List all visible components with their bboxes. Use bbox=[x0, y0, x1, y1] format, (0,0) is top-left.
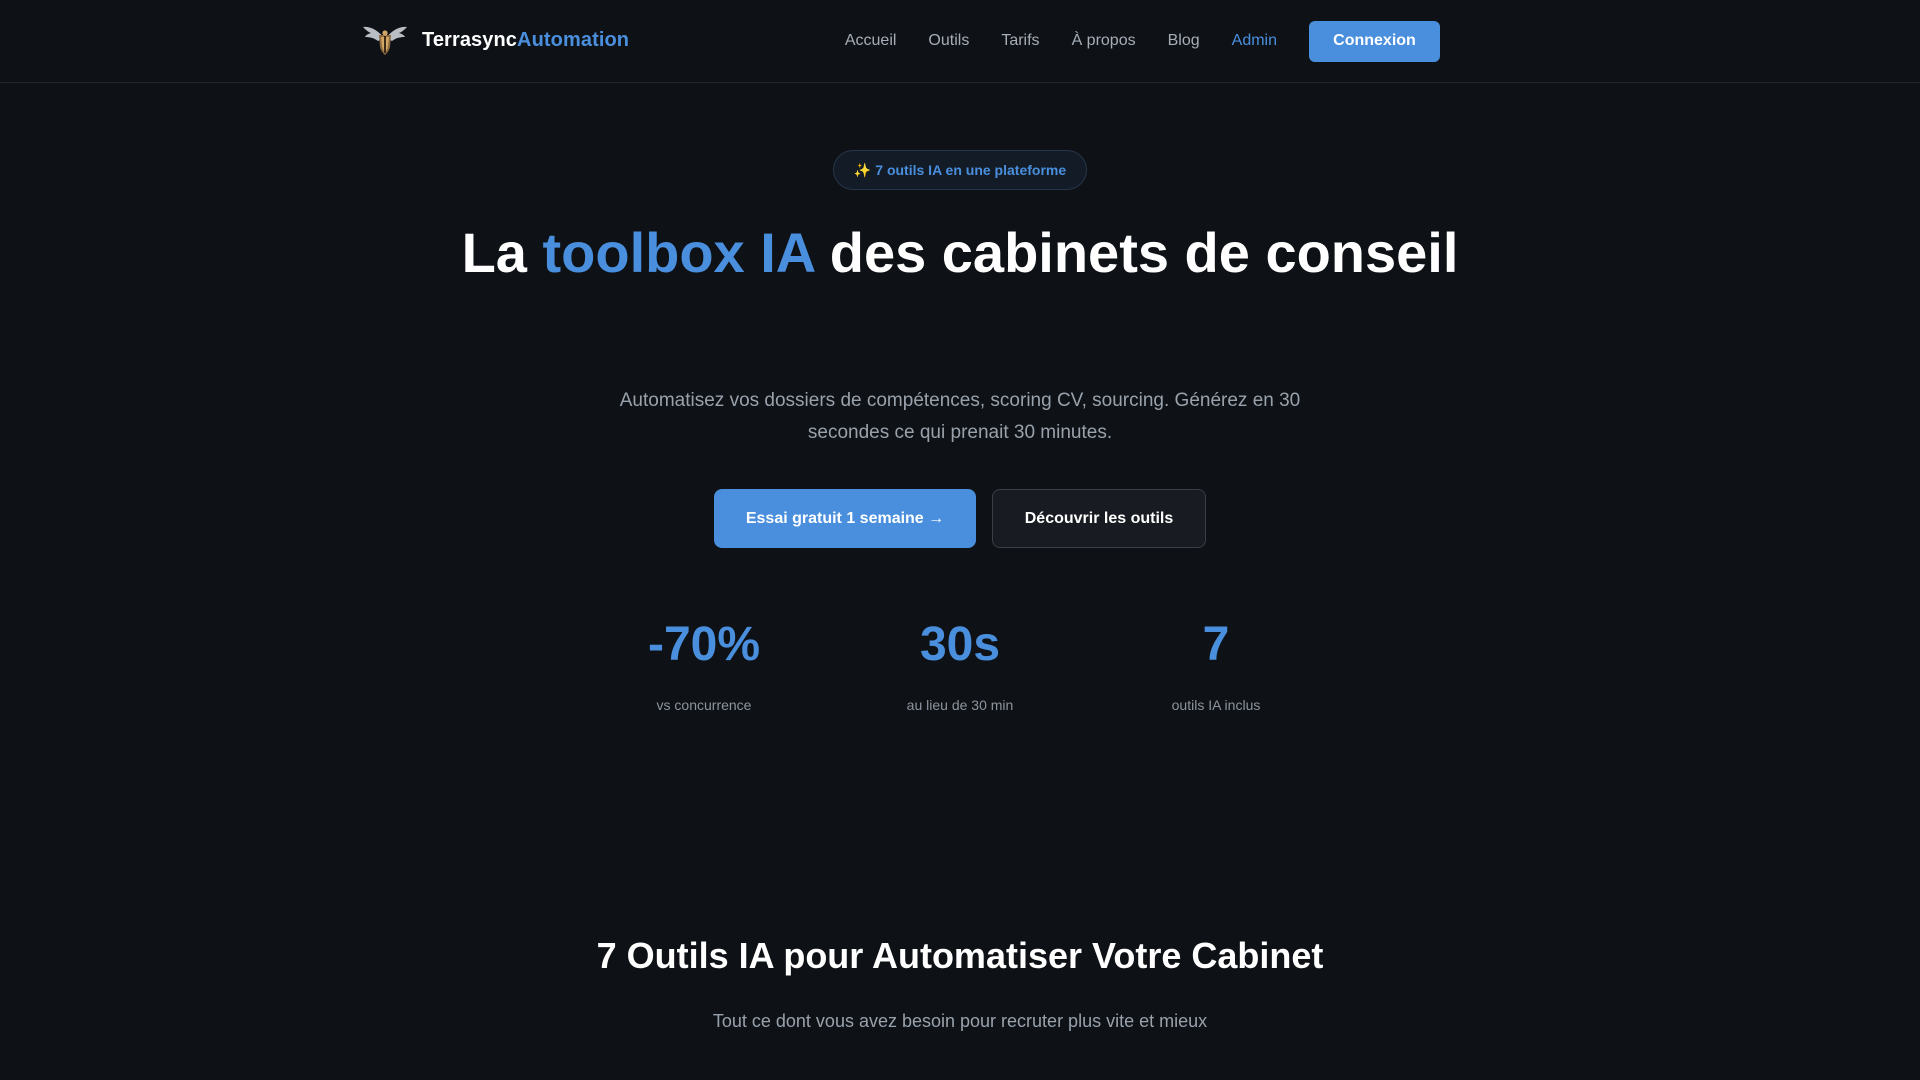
main-nav: Accueil Outils Tarifs À propos Blog Admi… bbox=[845, 0, 1440, 82]
stats-row: -70% vs concurrence 30s au lieu de 30 mi… bbox=[576, 615, 1344, 713]
brand-name: TerrasyncAutomation bbox=[422, 29, 629, 52]
hero-title-prefix: La bbox=[461, 221, 543, 284]
nav-link-a-propos[interactable]: À propos bbox=[1072, 32, 1136, 50]
stat-item: 30s au lieu de 30 min bbox=[832, 615, 1088, 713]
hero-subtitle: Automatisez vos dossiers de compétences,… bbox=[619, 390, 1301, 443]
hero-title: La toolbox IA des cabinets de conseil bbox=[460, 218, 1460, 287]
login-button[interactable]: Connexion bbox=[1309, 20, 1440, 62]
nav-link-blog[interactable]: Blog bbox=[1168, 32, 1200, 50]
top-navbar: TerrasyncAutomation Accueil Outils Tarif… bbox=[0, 0, 1920, 83]
nav-link-accueil[interactable]: Accueil bbox=[845, 32, 897, 50]
stat-label: au lieu de 30 min bbox=[906, 697, 1014, 713]
discover-tools-button[interactable]: Découvrir les outils bbox=[992, 489, 1206, 548]
nav-link-admin[interactable]: Admin bbox=[1232, 32, 1277, 50]
feature-badge-text: 7 outils IA en une plateforme bbox=[875, 162, 1067, 178]
tools-section-title: 7 Outils IA pour Automatiser Votre Cabin… bbox=[596, 935, 1324, 976]
stat-value: 30s bbox=[919, 618, 1001, 671]
brand-home-link[interactable]: TerrasyncAutomation bbox=[362, 20, 629, 60]
hero-title-highlight: toolbox IA bbox=[542, 221, 815, 284]
winged-crest-logo-icon bbox=[363, 26, 407, 55]
stat-value: 7 bbox=[1202, 618, 1230, 671]
brand-name-part2: Automation bbox=[517, 28, 630, 51]
nav-link-outils[interactable]: Outils bbox=[928, 32, 969, 50]
nav-link-tarifs[interactable]: Tarifs bbox=[1001, 32, 1039, 50]
cta-row: Essai gratuit 1 semaine → Découvrir les … bbox=[0, 489, 1920, 548]
stat-label: vs concurrence bbox=[656, 697, 752, 713]
stat-item: -70% vs concurrence bbox=[576, 615, 832, 713]
brand-name-part1: Terrasync bbox=[422, 28, 518, 51]
stat-label: outils IA inclus bbox=[1171, 697, 1261, 713]
stat-value: -70% bbox=[647, 618, 761, 671]
free-trial-button[interactable]: Essai gratuit 1 semaine → bbox=[714, 489, 976, 548]
hero-title-suffix: des cabinets de conseil bbox=[814, 221, 1459, 284]
feature-badge: ✨ 7 outils IA en une plateforme bbox=[833, 150, 1087, 190]
stat-item: 7 outils IA inclus bbox=[1088, 615, 1344, 713]
sparkles-icon: ✨ bbox=[853, 161, 872, 178]
tools-section-subtitle: Tout ce dont vous avez besoin pour recru… bbox=[712, 1011, 1208, 1031]
